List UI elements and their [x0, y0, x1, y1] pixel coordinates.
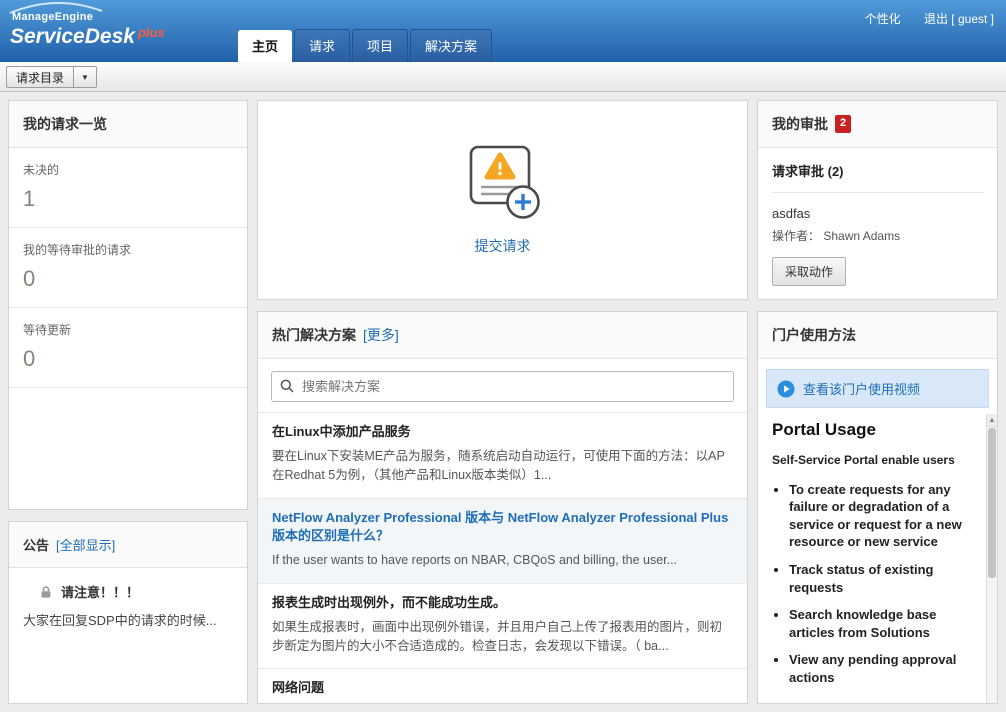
- portal-bullet: Track status of existing requests: [789, 561, 981, 596]
- summary-item-pending[interactable]: 未决的 1: [9, 148, 247, 228]
- approval-request-name[interactable]: asdfas: [772, 206, 983, 221]
- announcements-show-all-link[interactable]: [全部显示]: [56, 535, 115, 554]
- request-catalog-label: 请求目录: [7, 69, 73, 86]
- take-action-button[interactable]: 采取动作: [772, 257, 846, 286]
- approval-operator: 操作者： Shawn Adams: [772, 227, 983, 244]
- awaiting-update-count: 0: [23, 346, 233, 372]
- summary-title: 我的请求一览: [23, 114, 107, 134]
- solutions-search-input[interactable]: [271, 371, 734, 402]
- tab-requests[interactable]: 请求: [294, 29, 350, 62]
- portal-bullet-list: To create requests for any failure or de…: [789, 481, 981, 686]
- awaiting-approval-count: 0: [23, 266, 233, 292]
- header-links: 个性化 退出 [ guest ]: [845, 10, 994, 27]
- approvals-title: 我的审批: [772, 114, 828, 134]
- chevron-down-icon[interactable]: ▼: [73, 67, 96, 87]
- submit-request-icon[interactable]: [455, 144, 551, 224]
- summary-card-header: 我的请求一览: [9, 101, 247, 148]
- portal-title: 门户使用方法: [772, 325, 856, 345]
- solutions-more-link[interactable]: [更多]: [363, 325, 399, 345]
- solution-item[interactable]: NetFlow Analyzer Professional 版本与 NetFlo…: [258, 498, 747, 583]
- search-icon: [280, 379, 294, 393]
- solutions-search-area: [258, 359, 747, 412]
- announcement-item[interactable]: 请注意！！！ 大家在回复SDP中的请求的时候...: [9, 568, 247, 645]
- my-requests-summary-card: 我的请求一览 未决的 1 我的等待审批的请求 0 等待更新 0: [8, 100, 248, 510]
- portal-bullet: Search knowledge base articles from Solu…: [789, 606, 981, 641]
- logo-swoosh-icon: [8, 2, 104, 14]
- announcements-header: 公告 [全部显示]: [9, 522, 247, 568]
- main-content: 我的请求一览 未决的 1 我的等待审批的请求 0 等待更新 0 公告 [全部显示…: [0, 92, 1006, 712]
- announcement-title: 请注意！！！: [61, 582, 139, 601]
- scrollbar-up-arrow-icon[interactable]: ▲: [987, 414, 997, 427]
- announcement-body: 大家在回复SDP中的请求的时候...: [23, 611, 233, 631]
- right-column: 我的审批 2 请求审批 (2) asdfas 操作者： Shawn Adams …: [757, 100, 998, 704]
- tab-home[interactable]: 主页: [238, 30, 292, 62]
- main-tabs: 主页 请求 项目 解决方案: [238, 29, 492, 62]
- portal-scroll-area: Portal Usage Self-Service Portal enable …: [758, 414, 997, 703]
- logout-link[interactable]: 退出 [ guest ]: [924, 12, 994, 26]
- announcements-title: 公告: [23, 535, 49, 554]
- personalize-link[interactable]: 个性化: [865, 12, 901, 26]
- brand-servicedesk: ServiceDesk: [10, 25, 135, 48]
- portal-header: 门户使用方法: [758, 312, 997, 359]
- submit-request-card[interactable]: 提交请求: [257, 100, 748, 300]
- submit-request-link[interactable]: 提交请求: [475, 236, 531, 256]
- summary-item-awaiting-update[interactable]: 等待更新 0: [9, 308, 247, 388]
- portal-usage-card: 门户使用方法 查看该门户使用视频 Portal Usage Self-Servi…: [757, 311, 998, 704]
- portal-scrollbar[interactable]: ▲: [986, 414, 997, 703]
- tab-projects[interactable]: 项目: [352, 29, 408, 62]
- sub-toolbar: 请求目录 ▼: [0, 62, 1006, 92]
- summary-item-awaiting-approval[interactable]: 我的等待审批的请求 0: [9, 228, 247, 308]
- approvals-count-badge: 2: [835, 115, 851, 132]
- portal-content: Portal Usage Self-Service Portal enable …: [758, 414, 985, 703]
- approvals-header: 我的审批 2: [758, 101, 997, 148]
- solution-item[interactable]: 网络问题 在这里输入的问题解决方法或变通办法，将会作为解决方案显示在解决方案的页…: [258, 668, 747, 703]
- pending-count: 1: [23, 186, 233, 212]
- solutions-header: 热门解决方案 [更多]: [258, 312, 747, 359]
- portal-bullet: View any pending approval actions: [789, 651, 981, 686]
- scrollbar-thumb[interactable]: [988, 428, 996, 578]
- solutions-list: 在Linux中添加产品服务 要在Linux下安装ME产品为服务，随系统启动自动运…: [258, 412, 747, 703]
- brand-plus: plus: [138, 25, 165, 40]
- center-column: 提交请求 热门解决方案 [更多] 在Linux中添加产品服务: [257, 100, 748, 704]
- solution-item[interactable]: 在Linux中添加产品服务 要在Linux下安装ME产品为服务，随系统启动自动运…: [258, 412, 747, 498]
- request-approvals-section-title: 请求审批 (2): [772, 161, 983, 193]
- solutions-title: 热门解决方案: [272, 325, 356, 345]
- app-header: ManageEngine ServiceDeskplus 个性化 退出 [ gu…: [0, 0, 1006, 62]
- operator-name: Shawn Adams: [823, 229, 900, 243]
- servicedesk-logo[interactable]: ManageEngine ServiceDeskplus: [10, 7, 165, 48]
- portal-usage-heading: Portal Usage: [772, 420, 981, 440]
- solution-item[interactable]: 报表生成时出现例外，而不能成功生成。 如果生成报表时，画面中出现例外错误，并且用…: [258, 583, 747, 669]
- approvals-body: 请求审批 (2) asdfas 操作者： Shawn Adams 采取动作: [758, 148, 997, 299]
- tab-solutions[interactable]: 解决方案: [410, 29, 492, 62]
- portal-usage-subheading: Self-Service Portal enable users: [772, 452, 981, 469]
- play-icon: [777, 380, 795, 398]
- portal-bullet: To create requests for any failure or de…: [789, 481, 981, 551]
- my-approvals-card: 我的审批 2 请求审批 (2) asdfas 操作者： Shawn Adams …: [757, 100, 998, 300]
- popular-solutions-card: 热门解决方案 [更多] 在Linux中添加产品服务 要在Linux下安装ME产品…: [257, 311, 748, 704]
- left-column: 我的请求一览 未决的 1 我的等待审批的请求 0 等待更新 0 公告 [全部显示…: [8, 100, 248, 704]
- announcements-card: 公告 [全部显示] 请注意！！！ 大家在回复SDP中的请求的时候...: [8, 521, 248, 704]
- portal-video-link[interactable]: 查看该门户使用视频: [766, 369, 989, 408]
- request-catalog-button[interactable]: 请求目录 ▼: [6, 66, 97, 88]
- lock-icon: [39, 585, 53, 599]
